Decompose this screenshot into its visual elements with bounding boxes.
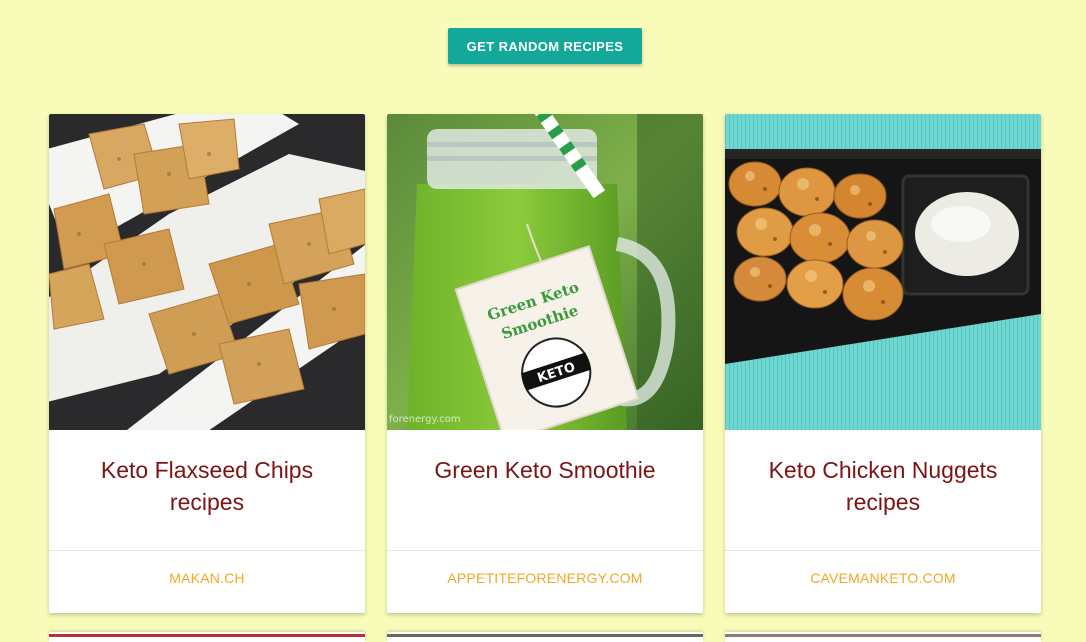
recipe-card: Keto Chicken Nuggets recipes CAVEMANKETO… — [725, 114, 1041, 613]
recipe-image-green-smoothie[interactable]: Green Keto Smoothie KETO forenergy.com — [387, 114, 703, 430]
recipe-title[interactable]: Keto Flaxseed Chips recipes — [65, 454, 349, 518]
card-divider — [725, 550, 1041, 551]
recipe-card-next-row[interactable] — [725, 632, 1041, 642]
recipe-image-chicken-nuggets[interactable] — [725, 114, 1041, 430]
recipe-title[interactable]: Green Keto Smoothie — [403, 454, 687, 486]
card-divider — [387, 550, 703, 551]
recipe-card-next-row[interactable] — [49, 632, 365, 642]
card-divider — [49, 550, 365, 551]
get-random-recipes-button[interactable]: GET RANDOM RECIPES — [448, 28, 642, 64]
recipe-image-flaxseed-chips[interactable] — [49, 114, 365, 430]
recipe-title[interactable]: Keto Chicken Nuggets recipes — [741, 454, 1025, 518]
recipe-card-next-row[interactable] — [387, 632, 703, 642]
recipe-source-link[interactable]: APPETITEFORENERGY.COM — [387, 570, 703, 586]
recipe-source-link[interactable]: CAVEMANKETO.COM — [725, 570, 1041, 586]
recipe-card: Keto Flaxseed Chips recipes MAKAN.CH — [49, 114, 365, 613]
recipe-card: Green Keto Smoothie KETO forenergy.com G… — [387, 114, 703, 613]
recipe-source-link[interactable]: MAKAN.CH — [49, 570, 365, 586]
image-watermark: forenergy.com — [389, 414, 460, 425]
